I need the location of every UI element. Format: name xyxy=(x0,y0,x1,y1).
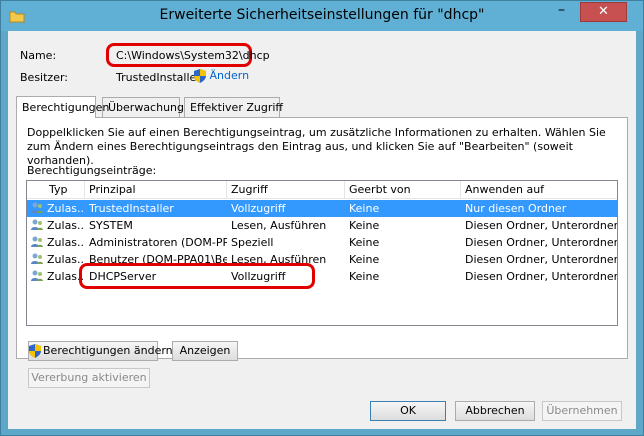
users-icon xyxy=(31,236,43,247)
change-permissions-button[interactable]: Berechtigungen ändern xyxy=(28,341,173,361)
ok-button[interactable]: OK xyxy=(370,401,446,421)
tab-effective-access[interactable]: Effektiver Zugriff xyxy=(184,97,283,118)
name-value: C:\Windows\System32\dhcp xyxy=(116,49,270,62)
change-permissions-label: Berechtigungen ändern xyxy=(43,344,173,357)
table-row[interactable]: Zulas... Administratoren (DOM-PPA0... Sp… xyxy=(27,234,617,251)
cell-applies-to: Diesen Ordner, Unterordner un... xyxy=(465,236,617,249)
enable-inheritance-button[interactable]: Vererbung aktivieren xyxy=(28,368,150,388)
list-header: Typ Prinzipal Zugriff Geerbt von Anwende… xyxy=(27,181,617,199)
cell-principal: SYSTEM xyxy=(89,219,133,232)
close-button[interactable]: ✕ xyxy=(580,2,627,22)
panel-description: Doppelklicken Sie auf einen Berechtigung… xyxy=(27,126,606,167)
uac-shield-icon xyxy=(29,344,41,358)
table-row[interactable]: Zulas... SYSTEM Lesen, Ausführen Keine D… xyxy=(27,217,617,234)
cancel-button[interactable]: Abbrechen xyxy=(455,401,535,421)
users-icon xyxy=(31,253,43,264)
tab-permissions[interactable]: Berechtigungen xyxy=(16,96,109,118)
column-header-applies-to[interactable]: Anwenden auf xyxy=(461,181,617,199)
cell-access: Vollzugriff xyxy=(231,202,286,215)
change-owner-label: Ändern xyxy=(209,69,250,82)
cell-access: Lesen, Ausführen xyxy=(231,219,327,232)
users-icon xyxy=(31,270,43,281)
dialog-client-area: Name: C:\Windows\System32\dhcp Besitzer:… xyxy=(8,31,636,429)
view-button[interactable]: Anzeigen xyxy=(172,341,238,361)
minimize-button[interactable]: – xyxy=(548,2,575,22)
cell-inherited-from: Keine xyxy=(349,219,380,232)
cell-applies-to: Nur diesen Ordner xyxy=(465,202,567,215)
cell-applies-to: Diesen Ordner, Unterordner un... xyxy=(465,253,617,266)
users-icon xyxy=(31,202,43,213)
cell-inherited-from: Keine xyxy=(349,253,380,266)
cell-principal: Administratoren (DOM-PPA0... xyxy=(89,236,227,249)
cell-access: Speziell xyxy=(231,236,274,249)
tab-auditing[interactable]: Überwachung xyxy=(102,97,184,118)
column-header-inherited-from[interactable]: Geerbt von xyxy=(345,181,461,199)
cell-inherited-from: Keine xyxy=(349,202,380,215)
cell-applies-to: Diesen Ordner, Unterordner un... xyxy=(465,270,617,283)
table-row[interactable]: Zulas... TrustedInstaller Vollzugriff Ke… xyxy=(27,200,617,217)
name-label: Name: xyxy=(20,49,57,62)
cell-inherited-from: Keine xyxy=(349,270,380,283)
column-header-access[interactable]: Zugriff xyxy=(227,181,345,199)
owner-label: Besitzer: xyxy=(20,71,68,84)
entries-label: Berechtigungseinträge: xyxy=(27,164,157,177)
permissions-panel: Doppelklicken Sie auf einen Berechtigung… xyxy=(16,117,628,359)
cell-inherited-from: Keine xyxy=(349,236,380,249)
column-header-type[interactable]: Typ xyxy=(45,181,85,199)
title-bar[interactable]: Erweiterte Sicherheitseinstellungen für … xyxy=(1,1,643,31)
cell-type: Zulas... xyxy=(47,253,85,266)
cell-principal: TrustedInstaller xyxy=(89,202,174,215)
uac-shield-icon xyxy=(194,69,206,83)
cell-applies-to: Diesen Ordner, Unterordner un... xyxy=(465,219,617,232)
cell-type: Zulas... xyxy=(47,202,85,215)
cell-type: Zulas... xyxy=(47,219,85,232)
window-title: Erweiterte Sicherheitseinstellungen für … xyxy=(159,7,485,23)
permission-entries-list[interactable]: Typ Prinzipal Zugriff Geerbt von Anwende… xyxy=(26,180,618,326)
change-owner-link[interactable]: Ändern xyxy=(194,69,249,83)
dialog-window: Erweiterte Sicherheitseinstellungen für … xyxy=(0,0,644,436)
cell-type: Zulas... xyxy=(47,236,85,249)
apply-button[interactable]: Übernehmen xyxy=(542,401,622,421)
column-header-principal[interactable]: Prinzipal xyxy=(85,181,227,199)
owner-value: TrustedInstaller xyxy=(116,71,201,84)
highlight-circle-dhcpserver xyxy=(79,263,315,289)
users-icon xyxy=(31,219,43,230)
